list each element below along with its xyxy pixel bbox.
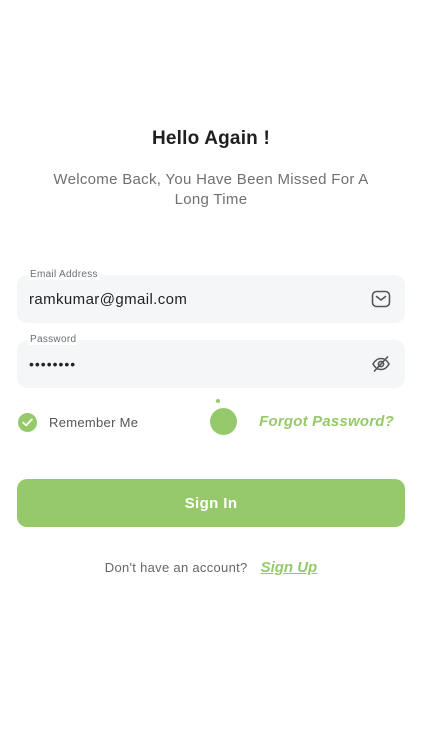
sign-up-link[interactable]: Sign Up	[261, 559, 318, 576]
loading-indicator-dot	[216, 399, 220, 403]
password-input[interactable]	[29, 340, 359, 388]
forgot-password-link[interactable]: Forgot Password?	[259, 413, 394, 430]
eye-off-icon[interactable]	[371, 354, 391, 374]
mail-icon	[371, 289, 391, 309]
remember-me-label: Remember Me	[49, 414, 139, 430]
signup-row: Don't have an account? Sign Up	[0, 559, 422, 576]
password-field[interactable]: Password	[17, 334, 405, 388]
signup-prompt: Don't have an account?	[104, 560, 248, 575]
remember-me-toggle[interactable]: Remember Me	[18, 412, 138, 432]
check-icon	[22, 418, 33, 426]
sign-in-button[interactable]: Sign In	[17, 479, 405, 527]
email-input[interactable]	[29, 275, 359, 323]
page-title: Hello Again !	[151, 128, 270, 149]
page-subtitle: Welcome Back, You Have Been Missed For A…	[53, 171, 369, 208]
email-field[interactable]: Email Address	[17, 269, 405, 323]
remember-checkbox[interactable]	[18, 412, 37, 432]
loading-indicator	[210, 408, 237, 435]
